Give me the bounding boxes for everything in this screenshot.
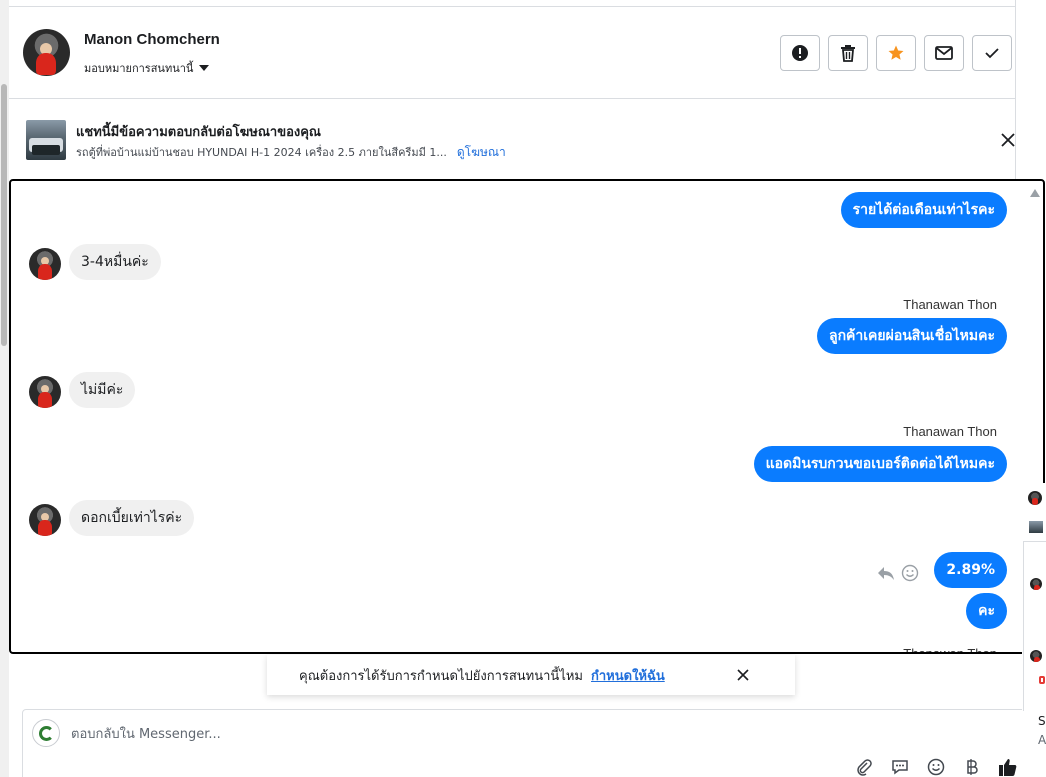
contact-avatar-small [29,248,61,280]
side-panel-label: S [1038,714,1046,728]
emoji-icon [927,758,945,776]
trash-icon [841,45,855,62]
sender-name: Thanawan Thon [903,424,997,439]
emoji-button[interactable] [925,756,947,777]
paperclip-icon [857,759,872,776]
sender-name: Thanawan Thon [903,297,997,312]
assign-conversation-dropdown[interactable]: มอบหมายการสนทนานี้ [84,59,210,77]
assign-prompt-text: คุณต้องการได้รับการกำหนดไปยังการสนทนานี้… [299,668,583,684]
alert-icon [1039,676,1045,684]
scroll-up-arrow-icon[interactable] [1030,189,1040,197]
ad-banner-subtitle: รถตู้ที่พ่อบ้านแม่บ้านชอบ HYUNDAI H-1 20… [76,143,506,162]
incoming-message[interactable]: ดอกเบี้ยเท่าไรค่ะ [69,500,195,536]
chat-bubble-icon [892,760,908,775]
conversation-header: Manon Chomchern มอบหมายการสนทนานี้ [9,7,1015,99]
delete-button[interactable] [828,35,868,71]
outgoing-message[interactable]: 2.89% [934,552,1007,588]
star-icon [888,45,904,60]
check-icon [985,48,999,59]
star-button[interactable] [876,35,916,71]
mark-unread-button[interactable] [924,35,964,71]
message-hover-tools [877,564,919,582]
ad-description: รถตู้ที่พ่อบ้านแม่บ้านชอบ HYUNDAI H-1 20… [76,146,447,159]
outgoing-message[interactable]: คะ [966,593,1007,629]
baht-icon [967,759,978,775]
close-icon[interactable] [735,667,751,683]
ad-thumbnail[interactable] [26,120,66,160]
assign-label: มอบหมายการสนทนานี้ [84,62,194,75]
thumbs-up-icon [999,759,1017,776]
message-composer [22,709,1027,777]
reply-input[interactable] [71,724,831,744]
assign-prompt-toast: คุณต้องการได้รับการกำหนดไปยังการสนทนานี้… [267,655,795,695]
ad-banner-title: แชทนี้มีข้อความตอบกลับต่อโฆษณาของคุณ [76,125,321,140]
close-icon[interactable] [998,130,1018,150]
page-scrollbar-thumb[interactable] [1,84,7,346]
contact-avatar-small [29,504,61,536]
outgoing-message[interactable]: ลูกค้าเคยผ่อนสินเชื่อไหมคะ [816,318,1007,354]
message-thread[interactable]: รายได้ต่อเดือนเท่าไรคะ 3-4หมื่นค่ะ Thana… [9,179,1045,654]
attach-button[interactable] [853,756,875,777]
exclamation-circle-icon [792,45,808,61]
inbox-conversation-view: Manon Chomchern มอบหมายการสนทนานี้ แชทนี… [0,0,1046,777]
ad-reply-banner: แชทนี้มีข้อความตอบกลับต่อโฆษณาของคุณ รถต… [9,100,1015,178]
incoming-message[interactable]: 3-4หมื่นค่ะ [69,244,161,280]
caret-down-icon [199,65,210,71]
side-panel-box [1023,541,1046,711]
conversation-avatar[interactable] [1030,650,1042,662]
envelope-icon [935,46,953,60]
composer-toolbar [853,756,1019,777]
contact-avatar-small [29,376,61,408]
sender-name: Thanawan Thon [903,646,997,654]
outgoing-message[interactable]: รายได้ต่อเดือนเท่าไรคะ [840,192,1007,228]
ad-thumbnail-small[interactable] [1029,521,1043,533]
assign-to-me-link[interactable]: กำหนดให้ฉัน [591,665,665,686]
side-panel-sublabel: A [1038,733,1046,747]
conversation-avatar[interactable] [1028,491,1042,505]
outgoing-message[interactable]: แอดมินรบกวนขอเบอร์ติดต่อได้ไหมคะ [753,446,1007,482]
reply-icon[interactable] [877,565,895,581]
like-button[interactable] [997,756,1019,777]
report-button[interactable] [780,35,820,71]
contact-avatar[interactable] [23,29,70,76]
payment-button[interactable] [961,756,983,777]
incoming-message[interactable]: ไม่มีค่ะ [69,372,136,408]
contact-name[interactable]: Manon Chomchern [84,31,220,48]
emoji-react-icon[interactable] [901,564,919,582]
header-actions [780,35,1012,71]
conversation-avatar[interactable] [1030,578,1042,590]
saved-replies-button[interactable] [889,756,911,777]
mark-done-button[interactable] [972,35,1012,71]
view-ad-link[interactable]: ดูโฆษณา [457,143,506,162]
page-avatar [32,719,60,747]
page-scrollbar[interactable] [0,0,9,777]
